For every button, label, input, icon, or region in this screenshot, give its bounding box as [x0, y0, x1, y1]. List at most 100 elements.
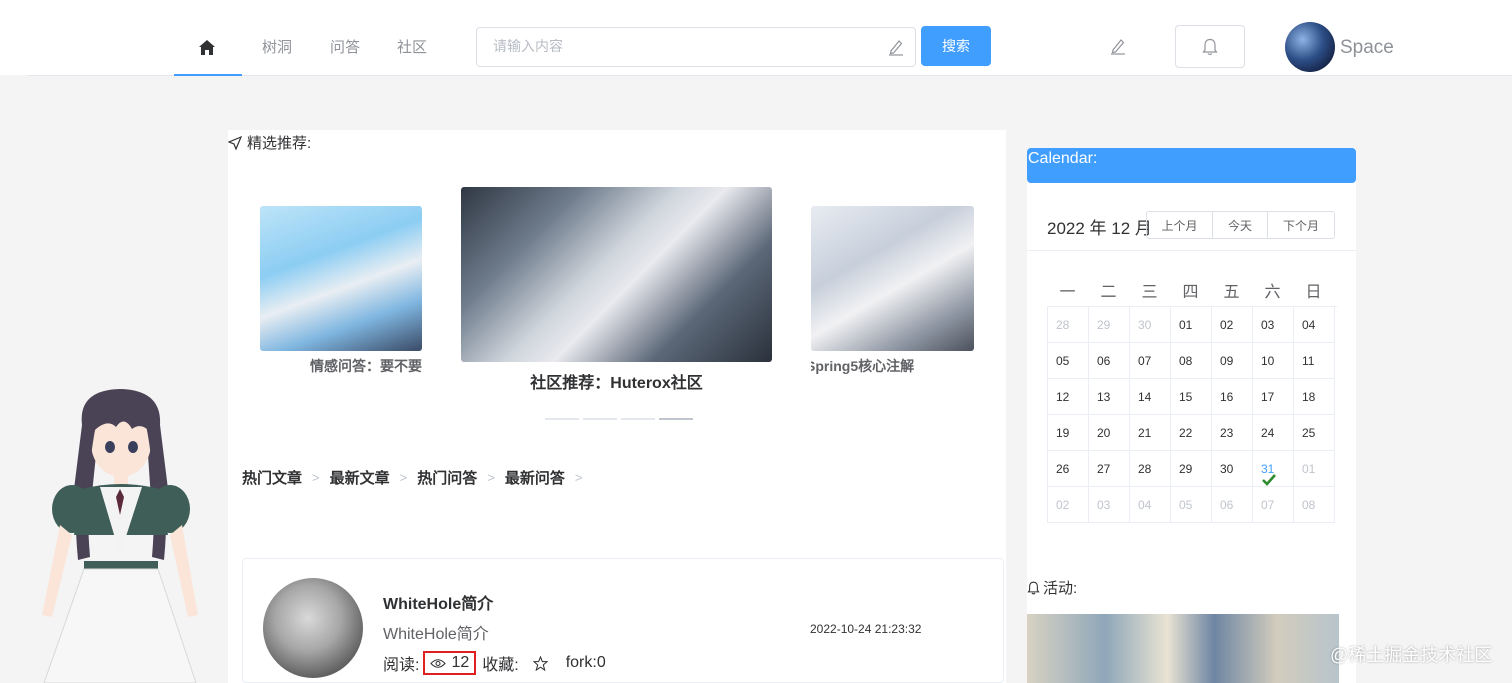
tab-latest-articles[interactable]: 最新文章 — [330, 467, 390, 488]
carousel-indicator-2[interactable] — [583, 418, 617, 420]
nav-item-shudong[interactable]: 树洞 — [262, 36, 292, 57]
chevron-right-icon: > — [574, 470, 583, 485]
carousel-image-center[interactable] — [461, 187, 772, 362]
carousel-image-right[interactable] — [811, 206, 974, 351]
activity-title: 活动: — [1027, 577, 1077, 598]
calendar-day[interactable]: 13 — [1089, 379, 1130, 415]
chevron-right-icon: > — [312, 470, 320, 485]
calendar-day[interactable]: 31 — [1253, 451, 1294, 487]
calendar-day[interactable]: 10 — [1253, 343, 1294, 379]
calendar-day[interactable]: 02 — [1048, 487, 1089, 523]
calendar-day[interactable]: 26 — [1048, 451, 1089, 487]
calendar-day[interactable]: 01 — [1171, 307, 1212, 343]
calendar-day[interactable]: 22 — [1171, 415, 1212, 451]
tab-latest-qa[interactable]: 最新问答 — [505, 467, 565, 488]
calendar-day[interactable]: 06 — [1212, 487, 1253, 523]
calendar-day[interactable]: 21 — [1130, 415, 1171, 451]
next-month-button[interactable]: 下个月 — [1267, 211, 1335, 239]
search-box — [476, 27, 916, 67]
calendar-nav-buttons: 上个月 今天 下个月 — [1146, 211, 1335, 239]
calendar-day[interactable]: 03 — [1089, 487, 1130, 523]
search-input[interactable] — [491, 37, 875, 55]
calendar-day[interactable]: 06 — [1089, 343, 1130, 379]
nav-item-wenda[interactable]: 问答 — [330, 36, 360, 57]
bell-icon — [1027, 581, 1040, 595]
calendar-day[interactable]: 14 — [1130, 379, 1171, 415]
carousel-indicator-4[interactable] — [659, 418, 693, 420]
calendar-day[interactable]: 02 — [1212, 307, 1253, 343]
calendar-day[interactable]: 18 — [1294, 379, 1335, 415]
calendar-header: Calendar: — [1027, 148, 1356, 183]
navigation-icon — [228, 135, 242, 150]
nav-item-shequ[interactable]: 社区 — [397, 36, 427, 57]
calendar-day[interactable]: 28 — [1130, 451, 1171, 487]
calendar-day[interactable]: 11 — [1294, 343, 1335, 379]
calendar-day[interactable]: 09 — [1212, 343, 1253, 379]
calendar-day[interactable]: 17 — [1253, 379, 1294, 415]
carousel-indicator-3[interactable] — [621, 418, 655, 420]
calendar-month: 2022 年 12 月 — [1047, 219, 1152, 238]
carousel-caption-right[interactable]: Spring5核心注解 — [811, 358, 914, 374]
calendar-day[interactable]: 16 — [1212, 379, 1253, 415]
fork-count: fork:0 — [565, 654, 606, 671]
calendar-day[interactable]: 25 — [1294, 415, 1335, 451]
watermark: @稀土掘金技术社区 — [1330, 645, 1493, 665]
write-icon[interactable] — [1109, 37, 1127, 55]
mascot-widget[interactable] — [20, 385, 220, 683]
calendar-day[interactable]: 28 — [1048, 307, 1089, 343]
carousel-caption-center-wrap: 社区推荐：Huterox社区 — [461, 369, 772, 393]
weekday-tue: 二 — [1100, 284, 1117, 301]
tab-hot-qa[interactable]: 热门问答 — [417, 467, 477, 488]
calendar-day[interactable]: 27 — [1089, 451, 1130, 487]
calendar-day[interactable]: 04 — [1294, 307, 1335, 343]
carousel-caption-right-wrap: Spring5核心注解 — [811, 356, 974, 376]
today-button[interactable]: 今天 — [1212, 211, 1268, 239]
star-icon[interactable] — [532, 655, 548, 671]
eye-icon — [430, 658, 447, 669]
calendar-day[interactable]: 07 — [1253, 487, 1294, 523]
check-icon — [1262, 474, 1276, 486]
calendar-day[interactable]: 29 — [1171, 451, 1212, 487]
calendar-day[interactable]: 15 — [1171, 379, 1212, 415]
article-description: WhiteHole简介 — [383, 626, 489, 643]
calendar-day[interactable]: 12 — [1048, 379, 1089, 415]
calendar-day[interactable]: 05 — [1171, 487, 1212, 523]
tab-hot-articles[interactable]: 热门文章 — [242, 467, 302, 488]
calendar-day[interactable]: 29 — [1089, 307, 1130, 343]
calendar-day[interactable]: 08 — [1294, 487, 1335, 523]
article-category-breadcrumb: 热门文章 > 最新文章 > 热门问答 > 最新问答 > — [242, 467, 592, 488]
notification-button[interactable] — [1175, 25, 1245, 68]
calendar-day[interactable]: 08 — [1171, 343, 1212, 379]
calendar-day[interactable]: 05 — [1048, 343, 1089, 379]
read-count: 12 — [451, 654, 470, 671]
calendar-day[interactable]: 20 — [1089, 415, 1130, 451]
calendar-day[interactable]: 23 — [1212, 415, 1253, 451]
calendar-day[interactable]: 03 — [1253, 307, 1294, 343]
carousel-caption-left[interactable]: 情感问答：要不要 — [310, 358, 422, 374]
carousel-image-left[interactable] — [260, 206, 422, 351]
calendar-day[interactable]: 19 — [1048, 415, 1089, 451]
weekday-sun: 日 — [1305, 284, 1322, 301]
calendar-day[interactable]: 30 — [1212, 451, 1253, 487]
article-title[interactable]: WhiteHole简介 — [383, 590, 493, 614]
carousel-caption-center[interactable]: 社区推荐：Huterox社区 — [530, 375, 702, 392]
nav-home[interactable] — [174, 28, 242, 76]
calendar-day[interactable]: 24 — [1253, 415, 1294, 451]
user-avatar[interactable] — [1285, 22, 1335, 72]
carousel-caption-left-wrap: 情感问答：要不要 — [260, 356, 422, 376]
chevron-right-icon: > — [399, 470, 408, 485]
calendar-day[interactable]: 07 — [1130, 343, 1171, 379]
calendar-day[interactable]: 04 — [1130, 487, 1171, 523]
header-divider — [28, 75, 1512, 76]
carousel-indicator-1[interactable] — [545, 418, 579, 420]
search-button[interactable]: 搜索 — [921, 26, 991, 66]
calendar-day[interactable]: 01 — [1294, 451, 1335, 487]
activity-banner[interactable] — [1027, 614, 1339, 683]
edit-icon[interactable] — [887, 38, 905, 56]
weekday-thu: 四 — [1182, 284, 1199, 301]
prev-month-button[interactable]: 上个月 — [1146, 211, 1213, 239]
article-avatar[interactable] — [263, 578, 363, 678]
user-name[interactable]: Space — [1340, 37, 1394, 59]
calendar-day[interactable]: 30 — [1130, 307, 1171, 343]
article-stats: 阅读: 12 收藏: fork:0 — [383, 651, 606, 675]
